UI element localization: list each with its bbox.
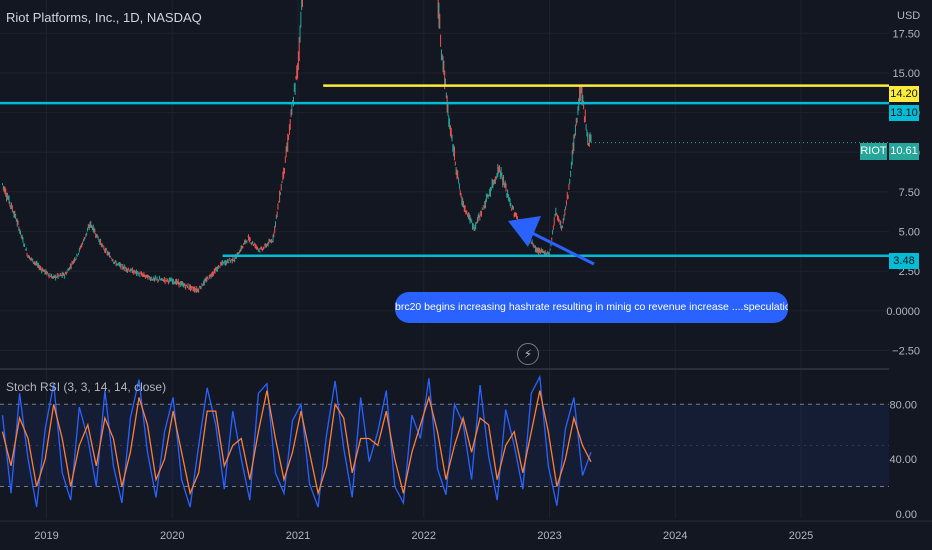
time-axis-label: 2024 (663, 530, 687, 542)
time-axis-label: 2019 (34, 530, 58, 542)
price-axis[interactable]: USD17.5015.0012.5010.007.505.002.500.000… (886, 10, 920, 358)
time-axis-label: 2021 (286, 530, 310, 542)
time-axis-label: 2025 (789, 530, 813, 542)
symbol-tag: RIOT (860, 143, 887, 160)
pane-separator[interactable] (0, 368, 889, 370)
time-axis-label: 2023 (537, 530, 561, 542)
price-axis-currency: USD (897, 10, 920, 22)
stoch-axis-tick: 80.00 (889, 399, 917, 411)
price-axis-tick: −2.50 (892, 346, 920, 358)
price-series (2, 0, 592, 293)
price-axis-tick: 5.00 (899, 227, 920, 239)
price-axis-tick: 15.00 (892, 68, 920, 80)
price-tag-cyan-upper: 13.10 (889, 105, 919, 121)
time-axis[interactable]: 2019 2020 2021 2022 2023 2024 2025 (0, 520, 932, 542)
price-tag-cyan-lower: 3.48 (889, 253, 919, 269)
time-axis-label: 2020 (160, 530, 184, 542)
price-axis-tick: 17.50 (892, 28, 920, 40)
arrow-shaft (529, 230, 595, 266)
stoch-axis-tick: 0.00 (896, 509, 917, 521)
time-axis-label: 2022 (412, 530, 436, 542)
annotation-callout[interactable]: brc20 begins increasing hashrate resulti… (395, 292, 788, 323)
price-axis-tick: 0.0000 (886, 306, 920, 318)
last-price-tag: 10.61 (889, 143, 919, 160)
price-axis-tick: 7.50 (899, 187, 920, 199)
oscillator-title[interactable]: Stoch RSI (3, 3, 14, 14, close) (6, 380, 166, 394)
stoch-axis: 80.00 40.00 0.00 (889, 399, 917, 521)
horizontal-lines[interactable] (0, 84, 889, 257)
chart-canvas[interactable]: USD17.5015.0012.5010.007.505.002.500.000… (0, 0, 932, 550)
lightning-icon[interactable]: ⚡ (517, 343, 539, 365)
chart-title[interactable]: Riot Platforms, Inc., 1D, NASDAQ (6, 10, 202, 25)
stoch-axis-tick: 40.00 (889, 454, 917, 466)
price-tag-yellow: 14.20 (889, 86, 919, 102)
